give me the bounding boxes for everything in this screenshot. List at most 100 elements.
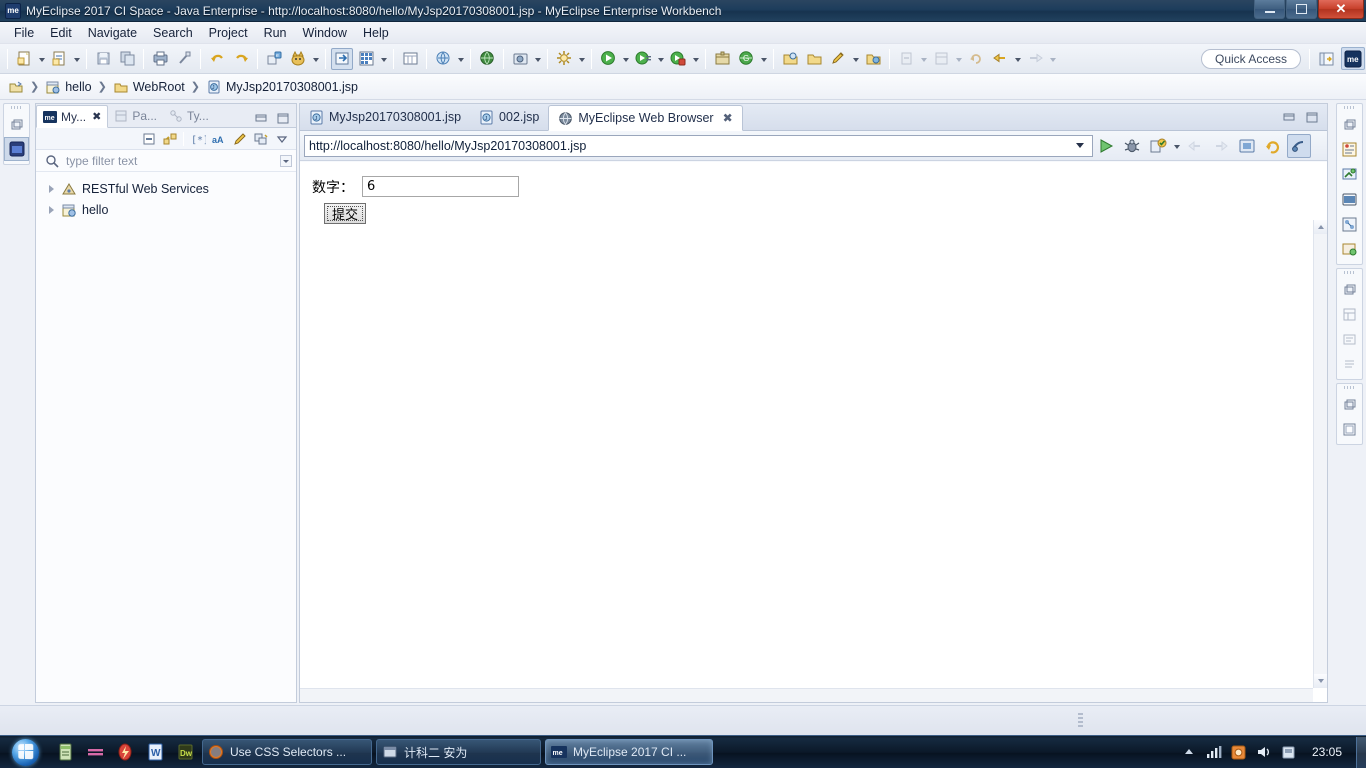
forward-arrow-icon[interactable]	[1024, 48, 1046, 70]
working-set-icon[interactable]	[251, 129, 270, 148]
close-icon[interactable]: ✖	[723, 111, 733, 125]
chevron-down-icon[interactable]	[655, 48, 666, 70]
chevron-right-icon[interactable]	[46, 184, 56, 194]
number-input[interactable]: 6	[362, 176, 519, 197]
browser-horizontal-scrollbar[interactable]	[300, 688, 1313, 702]
scroll-up-icon[interactable]	[1314, 220, 1327, 234]
menu-help[interactable]: Help	[355, 24, 397, 42]
refresh-icon[interactable]	[1261, 134, 1285, 158]
web-preview-icon[interactable]	[432, 48, 454, 70]
sort-aa-icon[interactable]: aA	[209, 129, 228, 148]
taskbar-button-firefox[interactable]: Use CSS Selectors ...	[202, 739, 372, 765]
breadcrumb-item-file[interactable]: J MyJsp20170308001.jsp	[206, 79, 358, 95]
open-resource-icon[interactable]	[803, 48, 825, 70]
chevron-down-icon[interactable]	[1012, 48, 1023, 70]
restore-icon[interactable]	[1337, 277, 1362, 301]
snapshot-icon[interactable]	[509, 48, 531, 70]
scroll-down-icon[interactable]	[1314, 674, 1327, 688]
drag-grip[interactable]	[1337, 269, 1362, 276]
close-button[interactable]: ✕	[1318, 0, 1364, 19]
run-as-icon[interactable]	[632, 48, 654, 70]
back-arrow-icon[interactable]	[989, 48, 1011, 70]
console-icon[interactable]	[1337, 187, 1362, 211]
chevron-down-icon[interactable]	[850, 48, 861, 70]
last-edit-icon[interactable]	[965, 48, 987, 70]
thunder-icon[interactable]	[110, 737, 140, 768]
resize-grip[interactable]	[1078, 713, 1083, 727]
link-editor-icon[interactable]	[160, 129, 179, 148]
chevron-right-icon[interactable]	[46, 205, 56, 215]
quick-access-input[interactable]: Quick Access	[1201, 48, 1301, 69]
problems-icon[interactable]	[1337, 327, 1362, 351]
chevron-down-icon[interactable]	[918, 48, 929, 70]
save-icon[interactable]	[92, 48, 114, 70]
chevron-down-icon[interactable]	[1072, 136, 1088, 156]
maximize-button[interactable]	[1286, 0, 1317, 19]
chevron-down-icon[interactable]	[576, 48, 587, 70]
menu-run[interactable]: Run	[256, 24, 295, 42]
url-input[interactable]: http://localhost:8080/hello/MyJsp2017030…	[304, 134, 1093, 157]
me-perspective-icon[interactable]: me	[1341, 47, 1365, 70]
task-icon[interactable]	[862, 48, 884, 70]
pencil-icon[interactable]	[827, 48, 849, 70]
minimize-button[interactable]	[1254, 0, 1285, 19]
tab-myeclipse-web-browser[interactable]: MyEclipse Web Browser ✖	[548, 105, 743, 131]
package-icon[interactable]	[711, 48, 733, 70]
tab-002jsp[interactable]: J 002.jsp	[470, 104, 548, 130]
next-annotation-icon[interactable]	[895, 48, 917, 70]
menu-project[interactable]: Project	[201, 24, 256, 42]
search-globe-icon[interactable]: G	[735, 48, 757, 70]
run-green-arrow-icon[interactable]	[1094, 134, 1118, 158]
tab-package-explorer[interactable]: Pa...	[108, 104, 163, 127]
properties-icon[interactable]	[1337, 302, 1362, 326]
tab-type-hierarchy[interactable]: Ty...	[163, 104, 215, 127]
markers-icon[interactable]	[1337, 417, 1362, 441]
shield-orange-icon[interactable]	[1231, 744, 1247, 760]
filter-pattern-icon[interactable]: [*]	[188, 129, 207, 148]
drag-grip[interactable]	[1337, 384, 1362, 391]
chevron-down-icon[interactable]	[620, 48, 631, 70]
minimize-icon[interactable]	[1279, 107, 1298, 126]
chevron-down-icon[interactable]	[36, 48, 47, 70]
chevron-up-icon[interactable]	[1181, 744, 1197, 760]
speaker-icon[interactable]	[1256, 744, 1272, 760]
undo-icon[interactable]	[206, 48, 228, 70]
tree-item-hello[interactable]: hello	[36, 199, 296, 220]
debug-bug-icon[interactable]	[1120, 134, 1144, 158]
chevron-down-icon[interactable]	[1171, 135, 1182, 157]
servers-view-icon[interactable]	[1337, 162, 1362, 186]
forward-arrow-icon[interactable]	[1209, 134, 1233, 158]
validate-icon[interactable]	[1146, 134, 1170, 158]
database-grid-icon[interactable]	[355, 48, 377, 70]
run-icon[interactable]	[597, 48, 619, 70]
tree-item-restful[interactable]: RESTful Web Services	[36, 178, 296, 199]
taskbar-button-explorer[interactable]: 计科二 安为	[376, 739, 541, 765]
word-icon[interactable]: W	[140, 737, 170, 768]
maximize-icon[interactable]	[273, 108, 292, 127]
redo-icon[interactable]	[230, 48, 252, 70]
tab-myjsp20170308001[interactable]: J MyJsp20170308001.jsp	[300, 104, 470, 130]
explorer-filter-row[interactable]: type filter text	[36, 150, 296, 172]
marker-icon[interactable]	[173, 48, 195, 70]
outline-icon[interactable]	[1337, 137, 1362, 161]
menu-window[interactable]: Window	[295, 24, 355, 42]
media-icon[interactable]	[80, 737, 110, 768]
menu-search[interactable]: Search	[145, 24, 201, 42]
filter-input[interactable]: type filter text	[66, 154, 137, 168]
chevron-down-icon[interactable]	[953, 48, 964, 70]
show-desktop-button[interactable]	[1356, 736, 1366, 768]
dreamweaver-icon[interactable]: Dw	[170, 737, 200, 768]
new-file-icon[interactable]	[13, 48, 35, 70]
workspace-icon[interactable]	[8, 79, 24, 95]
maximize-icon[interactable]	[1302, 107, 1321, 126]
menu-navigate[interactable]: Navigate	[80, 24, 145, 42]
chevron-down-icon[interactable]	[71, 48, 82, 70]
print-icon[interactable]	[149, 48, 171, 70]
chevron-down-icon[interactable]	[280, 155, 292, 167]
restore-icon[interactable]	[4, 112, 29, 136]
close-icon[interactable]: ✖	[92, 110, 101, 123]
deploy-icon[interactable]: e	[263, 48, 285, 70]
taskbar-button-myeclipse[interactable]: me MyEclipse 2017 CI ...	[545, 739, 713, 765]
breadcrumb-item-webroot[interactable]: WebRoot	[113, 79, 185, 95]
previous-annotation-icon[interactable]	[930, 48, 952, 70]
